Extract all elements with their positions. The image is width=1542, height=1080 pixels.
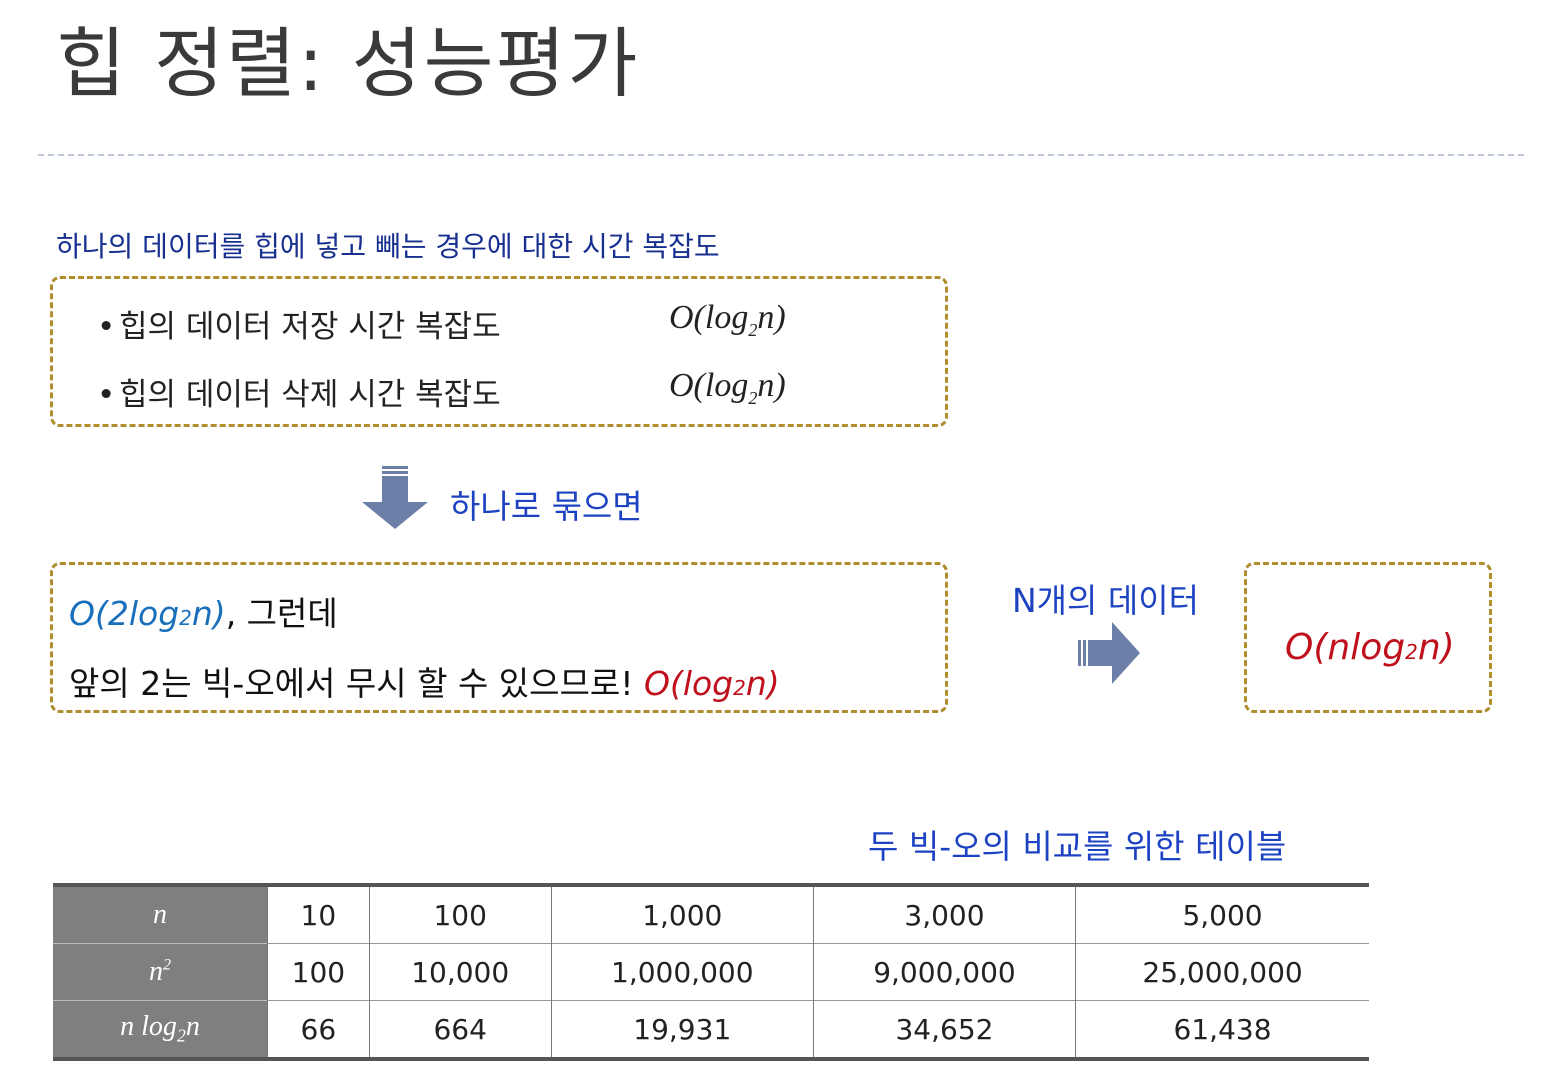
table-cell: 100	[369, 884, 552, 944]
table-row: n log2n 66 664 19,931 34,652 61,438	[53, 1000, 1369, 1059]
table-cell: 61,438	[1075, 1000, 1369, 1059]
simplified-formula: O(log2n)	[643, 664, 780, 703]
combined-box: O(2log2n), 그런데 앞의 2는 빅-오에서 무시 할 수 있으므로! …	[50, 562, 948, 713]
table-cell: 664	[369, 1000, 552, 1059]
down-arrow-icon	[362, 466, 428, 529]
n-data-label: N개의 데이터	[1012, 581, 1199, 620]
table-cell: 5,000	[1075, 884, 1369, 944]
combined-line-1: O(2log2n), 그런데	[69, 594, 338, 633]
table-cell: 66	[267, 1000, 370, 1059]
table-cell: 10	[267, 884, 370, 944]
bullet-delete: • 힙의 데이터 삭제 시간 복잡도	[97, 369, 501, 414]
comparison-table: n 10 100 1,000 3,000 5,000 n2 100 10,000…	[53, 883, 1369, 1061]
bullet-icon: •	[97, 377, 116, 413]
bullet-delete-label: 힙의 데이터 삭제 시간 복잡도	[119, 377, 501, 413]
title-divider	[38, 154, 1524, 156]
row-header-n: n	[53, 884, 268, 944]
complexity-box: • 힙의 데이터 저장 시간 복잡도 O(log2n) • 힙의 데이터 삭제 시간…	[50, 276, 948, 427]
combined-line-2: 앞의 2는 빅-오에서 무시 할 수 있으므로! O(log2n)	[69, 664, 780, 703]
page-title: 힙 정렬: 성능평가	[56, 19, 640, 108]
table-cell: 9,000,000	[813, 943, 1077, 1001]
table-row: n 10 100 1,000 3,000 5,000	[53, 884, 1369, 944]
table-cell: 10,000	[369, 943, 552, 1001]
insert-complexity: O(log2n)	[669, 299, 786, 340]
combined-formula: O(2log2n)	[69, 594, 226, 633]
table-row: n2 100 10,000 1,000,000 9,000,000 25,000…	[53, 943, 1369, 1001]
bullet-insert: • 힙의 데이터 저장 시간 복잡도	[97, 301, 501, 346]
caption-single-data-complexity: 하나의 데이터를 힙에 넣고 빼는 경우에 대한 시간 복잡도	[56, 230, 720, 263]
table-cell: 1,000	[551, 884, 814, 944]
result-box: O(nlog2n)	[1244, 562, 1492, 713]
table-cell: 25,000,000	[1075, 943, 1369, 1001]
table-cell: 1,000,000	[551, 943, 814, 1001]
delete-complexity: O(log2n)	[669, 367, 786, 408]
table-cell: 19,931	[551, 1000, 814, 1059]
bullet-icon: •	[97, 309, 116, 345]
table-cell: 34,652	[813, 1000, 1077, 1059]
row-header-n-squared: n2	[53, 943, 268, 1001]
bullet-insert-label: 힙의 데이터 저장 시간 복잡도	[119, 309, 501, 345]
result-formula: O(nlog2n)	[1285, 627, 1455, 668]
table-cell: 100	[267, 943, 370, 1001]
row-header-nlogn: n log2n	[53, 1000, 268, 1059]
table-caption: 두 빅-오의 비교를 위한 테이블	[868, 827, 1287, 866]
table-cell: 3,000	[813, 884, 1077, 944]
right-arrow-icon	[1078, 622, 1140, 684]
combine-label: 하나로 묶으면	[450, 487, 643, 526]
